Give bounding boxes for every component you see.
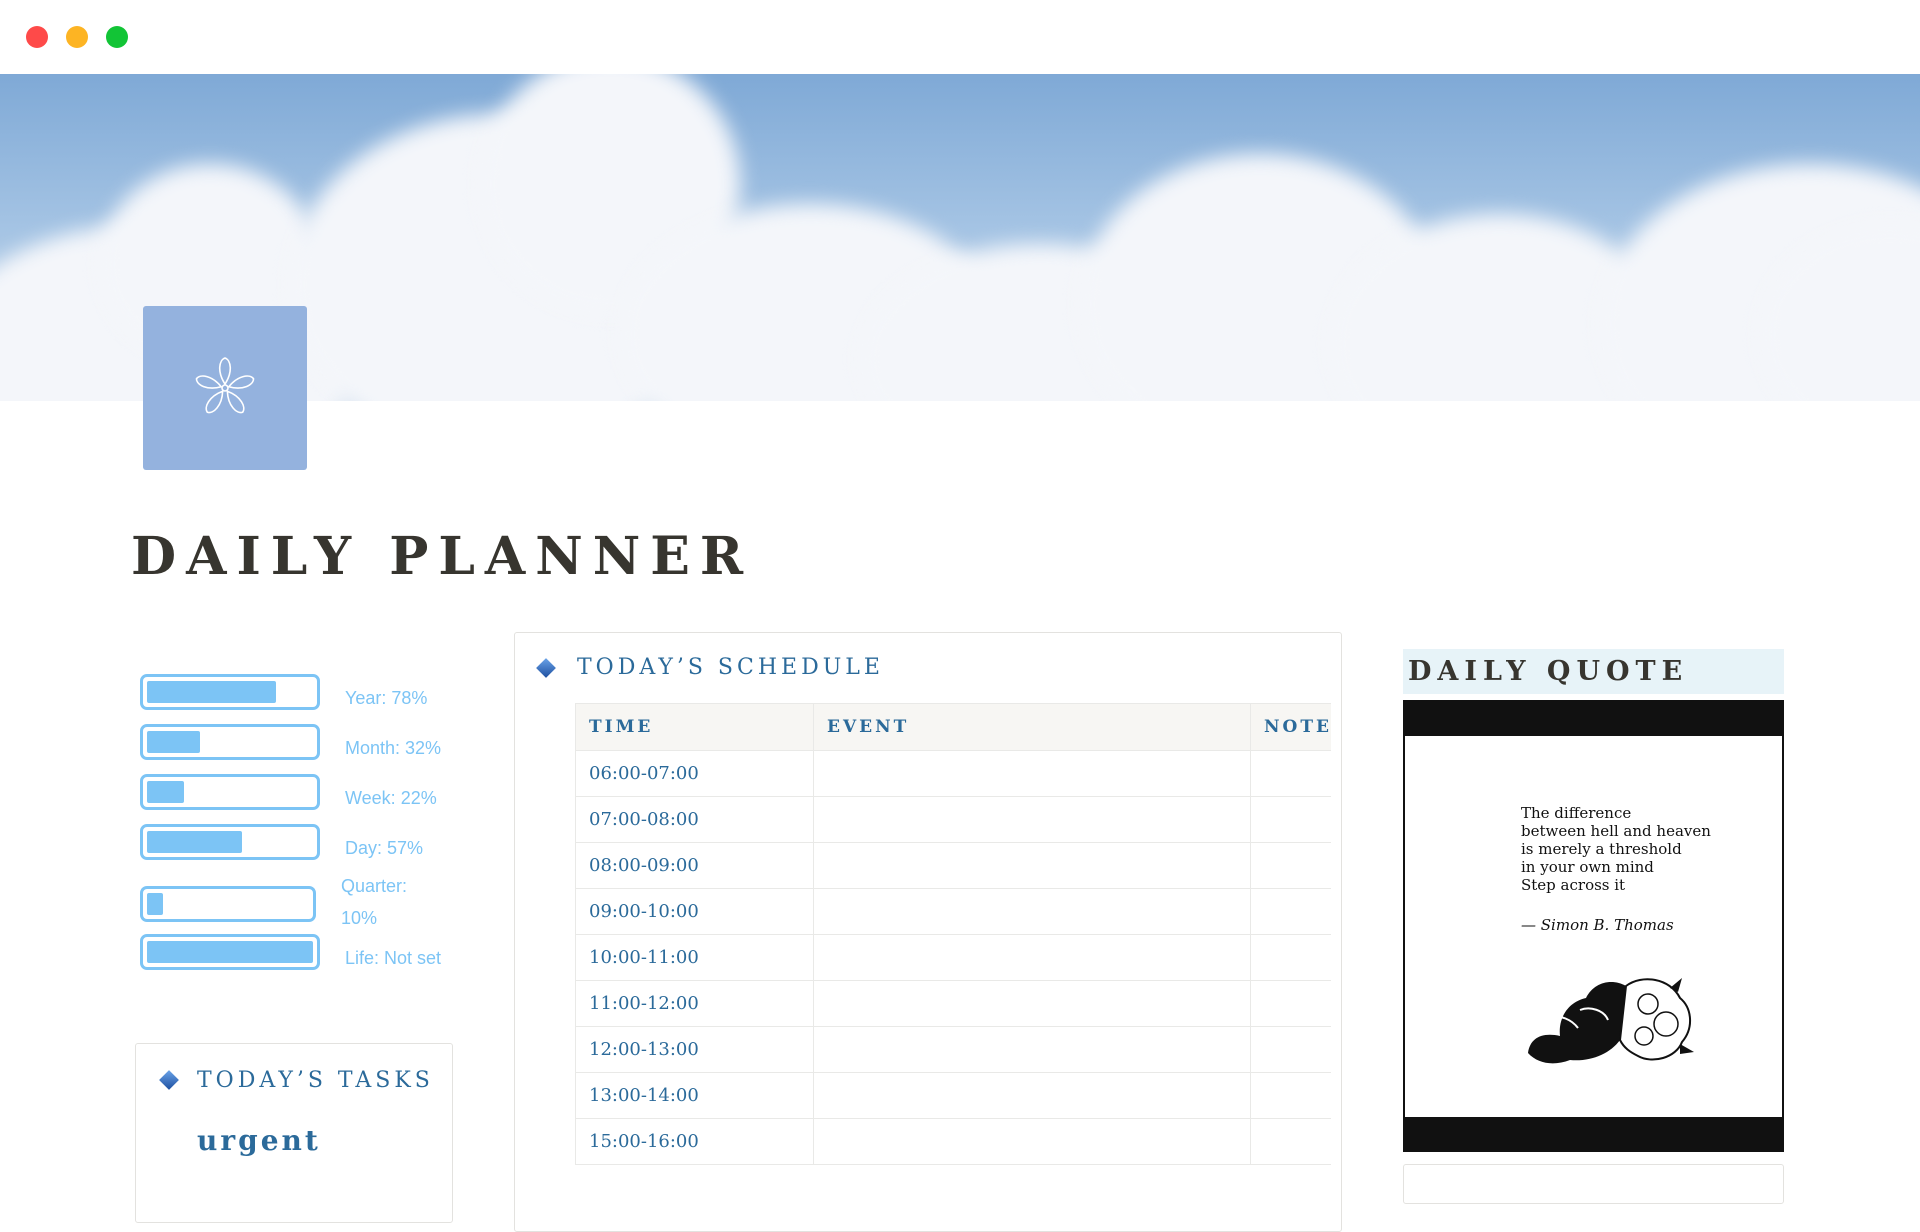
progress-row-day: Day: 57% bbox=[140, 822, 480, 872]
progress-label: Year: 78% bbox=[345, 688, 428, 708]
event-cell[interactable] bbox=[813, 1026, 1251, 1073]
table-row: 12:00-13:00 bbox=[575, 1026, 1331, 1073]
event-cell[interactable] bbox=[813, 980, 1251, 1027]
column-header-time[interactable]: TIME bbox=[575, 703, 814, 751]
time-cell[interactable]: 10:00-11:00 bbox=[575, 934, 814, 981]
page-icon[interactable] bbox=[143, 306, 307, 470]
time-cell[interactable]: 15:00-16:00 bbox=[575, 1118, 814, 1165]
diamond-icon bbox=[536, 658, 556, 678]
table-row: 15:00-16:00 bbox=[575, 1118, 1331, 1165]
notes-cell[interactable] bbox=[1250, 796, 1331, 843]
time-cell[interactable]: 09:00-10:00 bbox=[575, 888, 814, 935]
event-cell[interactable] bbox=[813, 750, 1251, 797]
progress-label: Day: 57% bbox=[345, 838, 424, 858]
event-cell[interactable] bbox=[813, 934, 1251, 981]
time-cell[interactable]: 12:00-13:00 bbox=[575, 1026, 814, 1073]
progress-bar bbox=[140, 934, 320, 970]
notes-cell[interactable] bbox=[1250, 980, 1331, 1027]
flower-icon bbox=[195, 357, 255, 414]
brain-flower-illustration bbox=[1528, 978, 1694, 1064]
table-row: 10:00-11:00 bbox=[575, 934, 1331, 981]
window-titlebar bbox=[0, 0, 1920, 74]
maximize-window-button[interactable] bbox=[106, 26, 128, 48]
progress-row-life: Life: Not set bbox=[140, 932, 480, 982]
notes-cell[interactable] bbox=[1250, 934, 1331, 981]
progress-bar bbox=[140, 886, 316, 922]
event-cell[interactable] bbox=[813, 796, 1251, 843]
progress-fill bbox=[147, 781, 184, 803]
progress-row-week: Week: 22% bbox=[140, 772, 480, 822]
event-cell[interactable] bbox=[813, 1072, 1251, 1119]
task-group-label[interactable]: urgent bbox=[197, 1124, 321, 1157]
schedule-heading: TODAY’S SCHEDULE bbox=[577, 655, 884, 680]
table-row: 11:00-12:00 bbox=[575, 980, 1331, 1027]
progress-fill bbox=[147, 893, 164, 915]
progress-fill bbox=[147, 941, 313, 963]
table-row: 07:00-08:00 bbox=[575, 796, 1331, 843]
minimize-window-button[interactable] bbox=[66, 26, 88, 48]
quote-image: The difference between hell and heaven i… bbox=[1405, 736, 1782, 1117]
diamond-icon bbox=[159, 1070, 179, 1090]
time-cell[interactable]: 07:00-08:00 bbox=[575, 796, 814, 843]
notes-cell[interactable] bbox=[1250, 842, 1331, 889]
progress-bar bbox=[140, 724, 320, 760]
event-cell[interactable] bbox=[813, 888, 1251, 935]
quote-heading: DAILY QUOTE bbox=[1403, 649, 1784, 694]
progress-label: Week: 22% bbox=[345, 788, 437, 808]
progress-row-month: Month: 32% bbox=[140, 722, 480, 772]
quote-author: — Simon B. Thomas bbox=[1521, 916, 1674, 934]
table-row: 13:00-14:00 bbox=[575, 1072, 1331, 1119]
progress-row-year: Year: 78% bbox=[140, 672, 480, 722]
notes-cell[interactable] bbox=[1250, 750, 1331, 797]
progress-fill bbox=[147, 731, 201, 753]
close-window-button[interactable] bbox=[26, 26, 48, 48]
progress-bar bbox=[140, 674, 320, 710]
table-row: 06:00-07:00 bbox=[575, 750, 1331, 797]
event-cell[interactable] bbox=[813, 842, 1251, 889]
progress-row-quarter: Quarter: 10% bbox=[140, 872, 480, 932]
notes-cell[interactable] bbox=[1250, 888, 1331, 935]
schedule-table-scroll[interactable]: TIME EVENT NOTES 06:00-07:00 07:00-08:00… bbox=[575, 703, 1331, 1231]
schedule-card: TODAY’S SCHEDULE TIME EVENT NOTES 06:00-… bbox=[514, 632, 1342, 1232]
tasks-card: TODAY’S TASKS urgent bbox=[135, 1043, 453, 1223]
time-cell[interactable]: 08:00-09:00 bbox=[575, 842, 814, 889]
time-cell[interactable]: 11:00-12:00 bbox=[575, 980, 814, 1027]
progress-bar bbox=[140, 824, 320, 860]
next-block bbox=[1403, 1164, 1784, 1204]
table-row: 08:00-09:00 bbox=[575, 842, 1331, 889]
progress-fill bbox=[147, 831, 242, 853]
event-cell[interactable] bbox=[813, 1118, 1251, 1165]
notes-cell[interactable] bbox=[1250, 1026, 1331, 1073]
progress-bar bbox=[140, 774, 320, 810]
progress-label: Quarter: 10% bbox=[341, 876, 408, 928]
schedule-table: TIME EVENT NOTES 06:00-07:00 07:00-08:00… bbox=[575, 703, 1331, 1165]
time-cell[interactable]: 13:00-14:00 bbox=[575, 1072, 814, 1119]
progress-label: Life: Not set bbox=[345, 948, 442, 968]
time-cell[interactable]: 06:00-07:00 bbox=[575, 750, 814, 797]
notes-cell[interactable] bbox=[1250, 1118, 1331, 1165]
column-header-notes[interactable]: NOTES bbox=[1250, 703, 1331, 751]
notes-cell[interactable] bbox=[1250, 1072, 1331, 1119]
column-header-event[interactable]: EVENT bbox=[813, 703, 1251, 751]
progress-list: Year: 78% Month: 32% Week: 22% Day: 57% … bbox=[140, 672, 480, 982]
progress-fill bbox=[147, 681, 277, 703]
page-title: DAILY PLANNER bbox=[131, 526, 754, 587]
tasks-heading: TODAY’S TASKS bbox=[197, 1068, 434, 1093]
table-row: 09:00-10:00 bbox=[575, 888, 1331, 935]
progress-label: Month: 32% bbox=[345, 738, 442, 758]
quote-text: The difference between hell and heaven i… bbox=[1521, 804, 1711, 894]
